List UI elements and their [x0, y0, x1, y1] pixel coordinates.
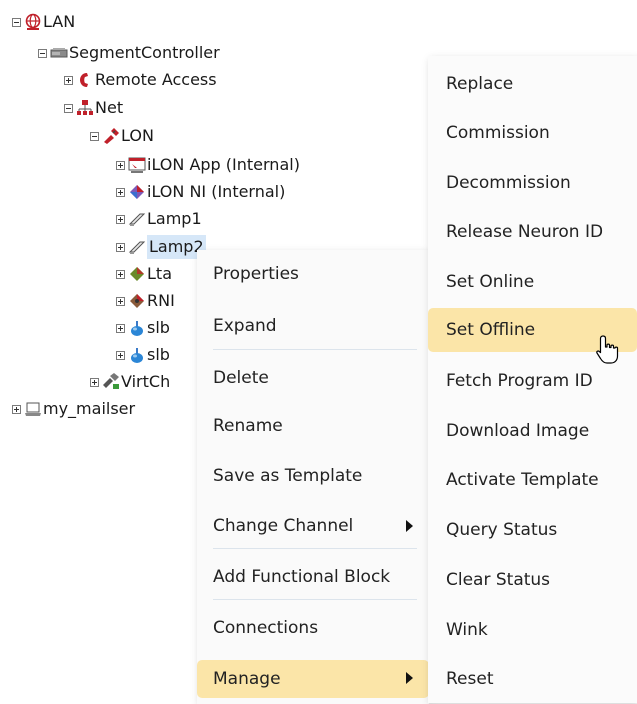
expand-icon[interactable] — [116, 296, 125, 306]
tree-node-lon[interactable]: LON — [90, 124, 154, 148]
menu-item-commission[interactable]: Commission — [428, 115, 637, 151]
tree-label: slb — [147, 345, 170, 364]
menu-separator — [213, 349, 417, 350]
menu-item-properties[interactable]: Properties — [197, 256, 429, 292]
tree-label: iLON App (Internal) — [147, 155, 300, 174]
laptop-icon — [24, 400, 42, 418]
menu-item-clear-status[interactable]: Clear Status — [428, 562, 637, 598]
network-icon — [76, 99, 94, 117]
menu-separator — [213, 599, 417, 600]
menu-item-add-functional-block[interactable]: Add Functional Block — [197, 559, 429, 595]
menu-item-download-image[interactable]: Download Image — [428, 413, 637, 449]
tree-node-ilon-app[interactable]: iLON App (Internal) — [116, 153, 300, 177]
tree-label: Lamp1 — [147, 209, 202, 228]
lon-plug-icon — [102, 127, 120, 145]
menu-item-activate-template[interactable]: Activate Template — [428, 462, 637, 498]
menu-item-label: Change Channel — [213, 516, 354, 536]
expand-icon[interactable] — [116, 187, 125, 197]
expand-icon[interactable] — [116, 323, 125, 333]
menu-item-query-status[interactable]: Query Status — [428, 512, 637, 548]
tree-node-slb-2[interactable]: slb — [116, 343, 170, 367]
tree-label: RNI — [147, 291, 175, 310]
expand-icon[interactable] — [116, 242, 125, 252]
menu-item-decommission[interactable]: Decommission — [428, 165, 637, 201]
menu-item-expand[interactable]: Expand — [197, 308, 429, 344]
menu-item-replace[interactable]: Replace — [428, 66, 637, 102]
lamp-device-icon — [128, 238, 146, 256]
submenu-arrow-icon — [406, 520, 413, 532]
app-window-icon — [128, 156, 146, 174]
menu-item-connections[interactable]: Connections — [197, 610, 429, 646]
menu-item-save-as-template[interactable]: Save as Template — [197, 458, 429, 494]
phone-icon — [76, 71, 94, 89]
collapse-icon[interactable] — [90, 131, 99, 141]
expand-icon[interactable] — [116, 350, 125, 360]
tree-node-lamp1[interactable]: Lamp1 — [116, 207, 202, 231]
tree-label: iLON NI (Internal) — [147, 182, 286, 201]
tree-node-rni[interactable]: RNI — [116, 289, 175, 313]
menu-item-release-neuron-id[interactable]: Release Neuron ID — [428, 214, 637, 250]
tree-label: LON — [121, 126, 154, 145]
tree-node-net[interactable]: Net — [64, 96, 123, 120]
tree-label: Net — [95, 98, 124, 117]
tree-node-segment-controller[interactable]: SegmentController — [38, 41, 220, 65]
virtual-channel-icon — [102, 373, 120, 391]
collapse-icon[interactable] — [64, 103, 73, 113]
tree-node-ilon-ni[interactable]: iLON NI (Internal) — [116, 180, 285, 204]
collapse-icon[interactable] — [12, 17, 21, 27]
manage-submenu: Replace Commission Decommission Release … — [428, 56, 637, 703]
tree-label: slb — [147, 318, 170, 337]
menu-item-set-online[interactable]: Set Online — [428, 264, 637, 300]
tree-node-lamp2[interactable]: Lamp2 — [116, 235, 206, 259]
street-light-icon — [128, 346, 146, 364]
menu-item-rename[interactable]: Rename — [197, 408, 429, 444]
context-menu: Properties Expand Delete Rename Save as … — [197, 250, 429, 704]
menu-item-reset[interactable]: Reset — [428, 661, 637, 697]
menu-separator — [213, 548, 417, 549]
tree-node-my-mailserver[interactable]: my_mailser — [12, 397, 135, 421]
collapse-icon[interactable] — [38, 48, 47, 58]
expand-icon[interactable] — [12, 404, 21, 414]
expand-icon[interactable] — [116, 214, 125, 224]
menu-item-change-channel[interactable]: Change Channel — [197, 508, 429, 544]
tree-label: VirtCh — [121, 372, 171, 391]
menu-item-delete[interactable]: Delete — [197, 360, 429, 396]
tree-label: LAN — [43, 12, 76, 31]
tree-node-lan[interactable]: LAN — [12, 10, 75, 34]
menu-item-manage[interactable]: Manage — [197, 660, 429, 698]
tree-node-slb-1[interactable]: slb — [116, 316, 170, 340]
hand-cursor-icon — [594, 334, 622, 366]
tree-label: SegmentController — [69, 43, 220, 62]
street-light-icon — [128, 319, 146, 337]
lta-device-icon — [128, 265, 146, 283]
tree-node-lta[interactable]: Lta — [116, 262, 172, 286]
expand-icon[interactable] — [90, 377, 99, 387]
rni-device-icon — [128, 292, 146, 310]
ni-diamond-icon — [128, 183, 146, 201]
menu-item-label: Manage — [213, 669, 281, 689]
tree-label: my_mailser — [43, 399, 136, 418]
expand-icon[interactable] — [116, 160, 125, 170]
submenu-arrow-icon — [406, 672, 413, 684]
expand-icon[interactable] — [116, 269, 125, 279]
tree-label: Remote Access — [95, 70, 217, 89]
controller-icon — [50, 44, 68, 62]
tree-node-remote-access[interactable]: Remote Access — [64, 68, 217, 92]
expand-icon[interactable] — [64, 75, 73, 85]
globe-icon — [24, 13, 42, 31]
menu-item-wink[interactable]: Wink — [428, 612, 637, 648]
tree-label: Lta — [147, 264, 172, 283]
menu-item-fetch-program-id[interactable]: Fetch Program ID — [428, 363, 637, 399]
lamp-device-icon — [128, 210, 146, 228]
tree-node-virtch[interactable]: VirtCh — [90, 370, 170, 394]
